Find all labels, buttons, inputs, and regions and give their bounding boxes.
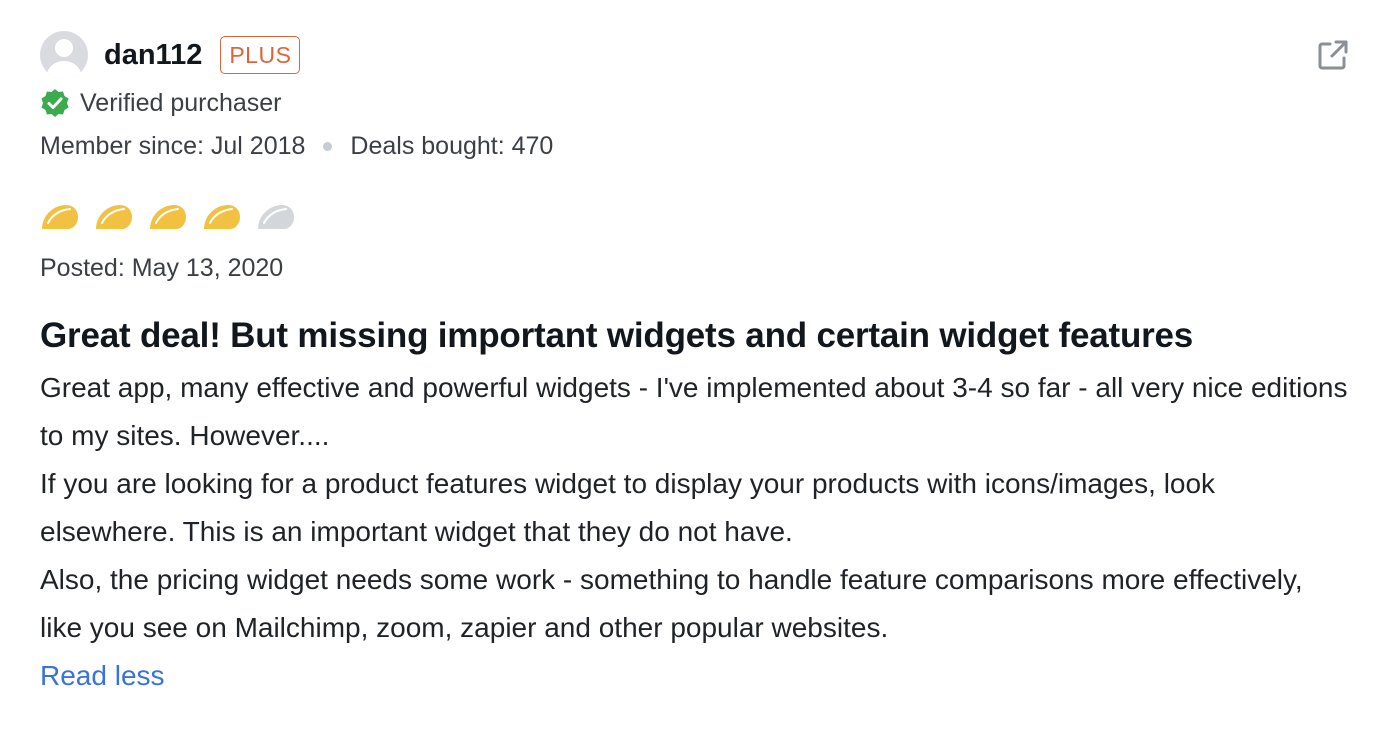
taco-icon bbox=[204, 205, 240, 229]
taco-icon bbox=[150, 205, 186, 229]
posted-date: Posted: May 13, 2020 bbox=[40, 254, 284, 282]
avatar[interactable] bbox=[40, 31, 88, 79]
deals-bought: Deals bought: 470 bbox=[350, 131, 554, 160]
review-paragraph: If you are looking for a product feature… bbox=[40, 468, 1216, 547]
taco-icon bbox=[42, 205, 78, 229]
verified-check-icon bbox=[41, 89, 69, 117]
review-paragraph: Also, the pricing widget needs some work… bbox=[40, 564, 1303, 643]
verified-purchaser: Verified purchaser bbox=[40, 86, 1350, 120]
rating bbox=[40, 200, 1350, 234]
external-link-icon[interactable] bbox=[1316, 38, 1350, 72]
review-card: dan112 PLUS Verified purchaser Member si… bbox=[40, 30, 1350, 700]
taco-icon bbox=[258, 205, 294, 229]
verified-text: Verified purchaser bbox=[80, 88, 282, 117]
read-less-link[interactable]: Read less bbox=[40, 652, 165, 700]
reviewer-header: dan112 PLUS bbox=[40, 30, 1350, 80]
review-body: Great app, many effective and powerful w… bbox=[40, 364, 1350, 652]
plus-badge: PLUS bbox=[220, 36, 301, 74]
separator-dot bbox=[323, 141, 333, 151]
review-title: Great deal! But missing important widget… bbox=[40, 316, 1194, 355]
taco-icon bbox=[96, 205, 132, 229]
member-since: Member since: Jul 2018 bbox=[40, 131, 306, 160]
member-meta: Member since: Jul 2018 Deals bought: 470 bbox=[40, 130, 1350, 162]
review-paragraph: Great app, many effective and powerful w… bbox=[40, 372, 1348, 451]
username[interactable]: dan112 bbox=[104, 39, 202, 72]
